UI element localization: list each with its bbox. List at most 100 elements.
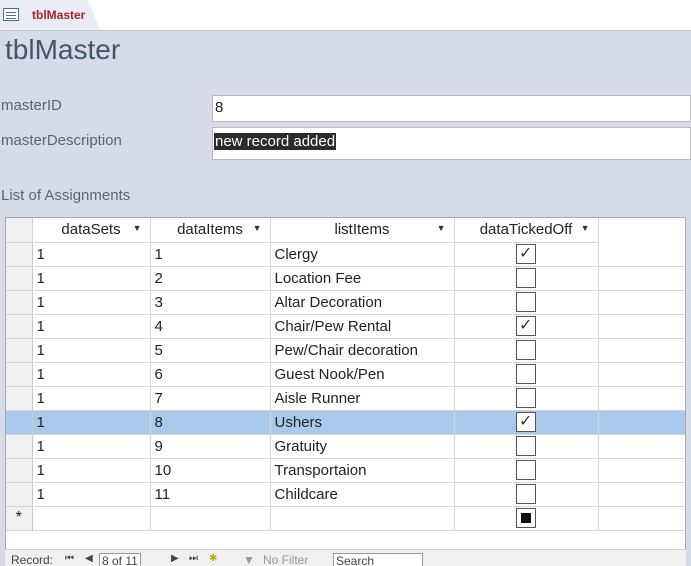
cell-datasets[interactable] — [32, 506, 151, 531]
unchecked-checkbox[interactable] — [516, 268, 536, 288]
previous-record-icon[interactable]: ◀ — [85, 553, 93, 564]
cell-datasets[interactable]: 1 — [32, 458, 151, 483]
cell-dataitems[interactable] — [150, 506, 271, 531]
cell-datasets[interactable]: 1 — [32, 410, 151, 435]
table-row[interactable]: 1 11 Childcare — [6, 482, 685, 507]
cell-datatickedoff[interactable] — [454, 386, 599, 411]
unchecked-checkbox[interactable] — [516, 364, 536, 384]
dropdown-arrow-icon[interactable]: ▼ — [437, 223, 446, 233]
row-selector[interactable] — [6, 482, 33, 507]
cell-datasets[interactable]: 1 — [32, 242, 151, 267]
cell-dataitems[interactable]: 9 — [150, 434, 271, 459]
row-selector[interactable] — [6, 458, 33, 483]
cell-datasets[interactable]: 1 — [32, 386, 151, 411]
cell-listitems[interactable]: Guest Nook/Pen — [270, 362, 455, 387]
row-selector[interactable] — [6, 290, 33, 315]
table-row[interactable]: 1 8 Ushers ✓ — [6, 410, 685, 435]
cell-listitems[interactable]: Pew/Chair decoration — [270, 338, 455, 363]
cell-dataitems[interactable]: 7 — [150, 386, 271, 411]
cell-datatickedoff[interactable] — [454, 506, 599, 531]
row-selector[interactable] — [6, 386, 33, 411]
checked-checkbox[interactable]: ✓ — [516, 244, 536, 264]
new-record-row[interactable]: * — [6, 506, 685, 531]
table-row[interactable]: 1 4 Chair/Pew Rental ✓ — [6, 314, 685, 339]
cell-datasets[interactable]: 1 — [32, 338, 151, 363]
masterdescription-field[interactable]: new record added — [212, 127, 691, 160]
cell-listitems[interactable]: Location Fee — [270, 266, 455, 291]
cell-dataitems[interactable]: 2 — [150, 266, 271, 291]
cell-datatickedoff[interactable]: ✓ — [454, 410, 599, 435]
table-row[interactable]: 1 3 Altar Decoration — [6, 290, 685, 315]
cell-dataitems[interactable]: 8 — [150, 410, 271, 435]
table-row[interactable]: 1 9 Gratuity — [6, 434, 685, 459]
cell-datatickedoff[interactable] — [454, 362, 599, 387]
column-header-dataitems[interactable]: dataItems ▼ — [150, 218, 271, 243]
row-selector[interactable] — [6, 410, 33, 435]
cell-datatickedoff[interactable]: ✓ — [454, 242, 599, 267]
column-header-datatickedoff[interactable]: dataTickedOff ▼ — [454, 218, 599, 243]
cell-datasets[interactable]: 1 — [32, 290, 151, 315]
unchecked-checkbox[interactable] — [516, 460, 536, 480]
cell-listitems[interactable]: Altar Decoration — [270, 290, 455, 315]
tab-tblmaster-content[interactable]: tblMaster — [0, 0, 100, 30]
cell-datatickedoff[interactable] — [454, 434, 599, 459]
assignments-datasheet[interactable]: dataSets ▼ dataItems ▼ listItems ▼ dataT… — [5, 217, 686, 550]
first-record-icon[interactable]: ⏮ — [65, 553, 74, 564]
cell-datasets[interactable]: 1 — [32, 434, 151, 459]
table-row[interactable]: 1 5 Pew/Chair decoration — [6, 338, 685, 363]
cell-listitems[interactable] — [270, 506, 455, 531]
unchecked-checkbox[interactable] — [516, 340, 536, 360]
cell-datasets[interactable]: 1 — [32, 362, 151, 387]
column-header-listitems[interactable]: listItems ▼ — [270, 218, 455, 243]
search-input[interactable]: Search — [333, 553, 423, 566]
row-selector[interactable] — [6, 362, 33, 387]
row-selector[interactable] — [6, 266, 33, 291]
new-record-icon[interactable]: ✱ — [209, 553, 217, 564]
cell-listitems[interactable]: Transportaion — [270, 458, 455, 483]
cell-listitems[interactable]: Ushers — [270, 410, 455, 435]
current-record-input[interactable]: 8 of 11 — [99, 553, 141, 566]
cell-datatickedoff[interactable] — [454, 458, 599, 483]
null-checkbox[interactable] — [516, 508, 536, 528]
cell-dataitems[interactable]: 10 — [150, 458, 271, 483]
checked-checkbox[interactable]: ✓ — [516, 412, 536, 432]
cell-dataitems[interactable]: 4 — [150, 314, 271, 339]
column-header-datasets[interactable]: dataSets ▼ — [32, 218, 151, 243]
cell-datatickedoff[interactable] — [454, 290, 599, 315]
cell-dataitems[interactable]: 3 — [150, 290, 271, 315]
cell-dataitems[interactable]: 5 — [150, 338, 271, 363]
checked-checkbox[interactable]: ✓ — [516, 316, 536, 336]
last-record-icon[interactable]: ⏭ — [189, 553, 198, 564]
cell-datasets[interactable]: 1 — [32, 482, 151, 507]
row-selector[interactable] — [6, 338, 33, 363]
table-row[interactable]: 1 2 Location Fee — [6, 266, 685, 291]
table-row[interactable]: 1 1 Clergy ✓ — [6, 242, 685, 267]
cell-dataitems[interactable]: 1 — [150, 242, 271, 267]
dropdown-arrow-icon[interactable]: ▼ — [253, 223, 262, 233]
cell-listitems[interactable]: Aisle Runner — [270, 386, 455, 411]
masterid-field[interactable]: 8 — [212, 95, 691, 122]
cell-listitems[interactable]: Clergy — [270, 242, 455, 267]
no-filter-button[interactable]: No Filter — [263, 553, 308, 566]
cell-datatickedoff[interactable] — [454, 338, 599, 363]
cell-datatickedoff[interactable] — [454, 482, 599, 507]
cell-dataitems[interactable]: 11 — [150, 482, 271, 507]
cell-listitems[interactable]: Gratuity — [270, 434, 455, 459]
unchecked-checkbox[interactable] — [516, 388, 536, 408]
cell-datatickedoff[interactable] — [454, 266, 599, 291]
cell-datasets[interactable]: 1 — [32, 314, 151, 339]
dropdown-arrow-icon[interactable]: ▼ — [581, 223, 590, 233]
next-record-icon[interactable]: ▶ — [171, 553, 179, 564]
table-row[interactable]: 1 7 Aisle Runner — [6, 386, 685, 411]
unchecked-checkbox[interactable] — [516, 484, 536, 504]
dropdown-arrow-icon[interactable]: ▼ — [133, 223, 142, 233]
unchecked-checkbox[interactable] — [516, 292, 536, 312]
cell-dataitems[interactable]: 6 — [150, 362, 271, 387]
unchecked-checkbox[interactable] — [516, 436, 536, 456]
cell-datasets[interactable]: 1 — [32, 266, 151, 291]
row-selector[interactable] — [6, 434, 33, 459]
table-row[interactable]: 1 10 Transportaion — [6, 458, 685, 483]
cell-listitems[interactable]: Chair/Pew Rental — [270, 314, 455, 339]
row-selector[interactable] — [6, 314, 33, 339]
table-row[interactable]: 1 6 Guest Nook/Pen — [6, 362, 685, 387]
